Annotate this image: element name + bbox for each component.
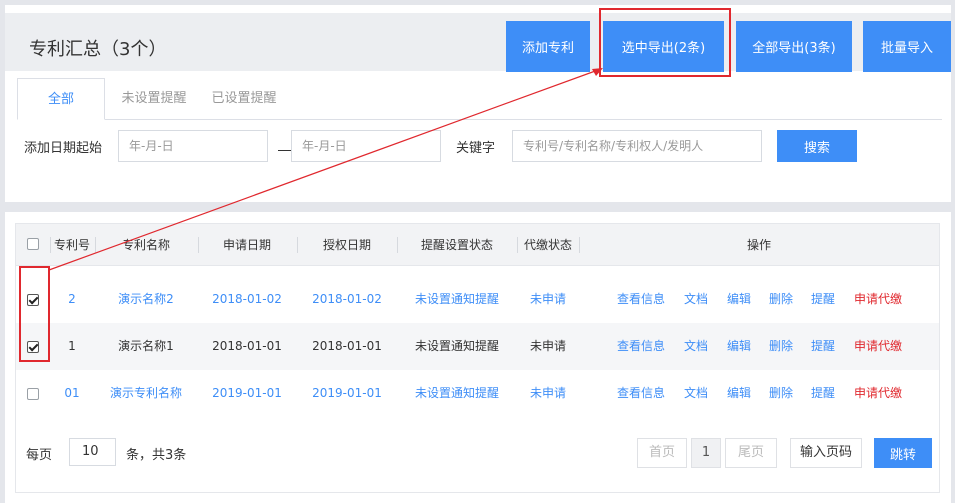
remind-link[interactable]: 提醒: [811, 276, 835, 323]
date-start-label: 添加日期起始: [24, 141, 103, 156]
remind-link[interactable]: 提醒: [811, 323, 835, 370]
tab-all[interactable]: 全部: [17, 78, 105, 120]
delete-link[interactable]: 删除: [769, 276, 793, 323]
view-info-link[interactable]: 查看信息: [617, 276, 665, 323]
delete-link[interactable]: 删除: [769, 323, 793, 370]
view-info-link[interactable]: 查看信息: [617, 323, 665, 370]
filter-panel: 专利汇总（3个） 添加专利 选中导出(2条) 全部导出(3条) 批量导入 全部 …: [5, 5, 951, 202]
header-bar: 专利汇总（3个） 添加专利 选中导出(2条) 全部导出(3条) 批量导入: [5, 13, 951, 72]
per-page-label: 每页: [26, 448, 53, 463]
first-page-button[interactable]: 首页: [637, 438, 687, 468]
document-link[interactable]: 文档: [684, 323, 708, 370]
table-header: 专利号 专利名称 申请日期 授权日期 提醒设置状态 代缴状态 操作: [16, 224, 939, 266]
keyword-input[interactable]: 专利号/专利名称/专利权人/发明人: [512, 130, 762, 162]
apply-payment-link[interactable]: 申请代缴: [854, 370, 902, 417]
col-actions: 操作: [746, 238, 771, 252]
table-row: 2 演示名称2 2018-01-02 2018-01-02 未设置通知提醒 未申…: [16, 276, 939, 323]
export-all-button[interactable]: 全部导出(3条): [736, 21, 852, 72]
table-row: 1 演示名称1 2018-01-01 2018-01-01 未设置通知提醒 未申…: [16, 323, 939, 370]
apply-payment-link[interactable]: 申请代缴: [854, 276, 902, 323]
page-title: 专利汇总（3个）: [29, 39, 167, 60]
tab-unset-reminder[interactable]: 未设置提醒: [114, 78, 194, 120]
col-apply-date: 申请日期: [222, 238, 271, 252]
total-count-label: 条，共3条: [126, 448, 187, 463]
col-grant-date: 授权日期: [322, 238, 371, 252]
col-number: 专利号: [53, 238, 90, 252]
document-link[interactable]: 文档: [684, 276, 708, 323]
apply-payment-link[interactable]: 申请代缴: [854, 323, 902, 370]
col-pay-status: 代缴状态: [523, 238, 572, 252]
table-panel: 专利号 专利名称 申请日期 授权日期 提醒设置状态 代缴状态 操作 2 演示名称…: [5, 212, 951, 503]
col-remind-status: 提醒设置状态: [420, 238, 493, 252]
add-patent-button[interactable]: 添加专利: [506, 21, 590, 72]
patent-table: 专利号 专利名称 申请日期 授权日期 提醒设置状态 代缴状态 操作 2 演示名称…: [15, 223, 940, 493]
edit-link[interactable]: 编辑: [727, 276, 751, 323]
annotation-box-checkboxes: [19, 266, 50, 362]
per-page-input[interactable]: 10: [69, 438, 116, 466]
last-page-button[interactable]: 尾页: [725, 438, 777, 468]
edit-link[interactable]: 编辑: [727, 323, 751, 370]
date-start-input[interactable]: 年-月-日: [118, 130, 268, 162]
jump-button[interactable]: 跳转: [874, 438, 932, 468]
annotation-box-export: [599, 8, 731, 77]
select-all-checkbox[interactable]: [27, 238, 39, 250]
edit-link[interactable]: 编辑: [727, 370, 751, 417]
col-name: 专利名称: [121, 238, 170, 252]
table-row: 01 演示专利名称 2019-01-01 2019-01-01 未设置通知提醒 …: [16, 370, 939, 417]
remind-link[interactable]: 提醒: [811, 370, 835, 417]
view-info-link[interactable]: 查看信息: [617, 370, 665, 417]
document-link[interactable]: 文档: [684, 370, 708, 417]
tab-bar: 全部 未设置提醒 已设置提醒: [17, 78, 942, 120]
row-actions: 查看信息 文档 编辑 删除 提醒 申请代缴: [16, 323, 939, 370]
search-button[interactable]: 搜索: [777, 130, 857, 162]
current-page-button[interactable]: 1: [691, 438, 721, 468]
date-end-input[interactable]: 年-月-日: [291, 130, 441, 162]
goto-page-input[interactable]: 输入页码: [790, 438, 862, 468]
date-range-separator: [278, 150, 292, 151]
row-actions: 查看信息 文档 编辑 删除 提醒 申请代缴: [16, 370, 939, 417]
batch-import-button[interactable]: 批量导入: [863, 21, 951, 72]
keyword-label: 关键字: [456, 141, 496, 156]
delete-link[interactable]: 删除: [769, 370, 793, 417]
row-actions: 查看信息 文档 编辑 删除 提醒 申请代缴: [16, 276, 939, 323]
tab-set-reminder[interactable]: 已设置提醒: [205, 78, 283, 120]
